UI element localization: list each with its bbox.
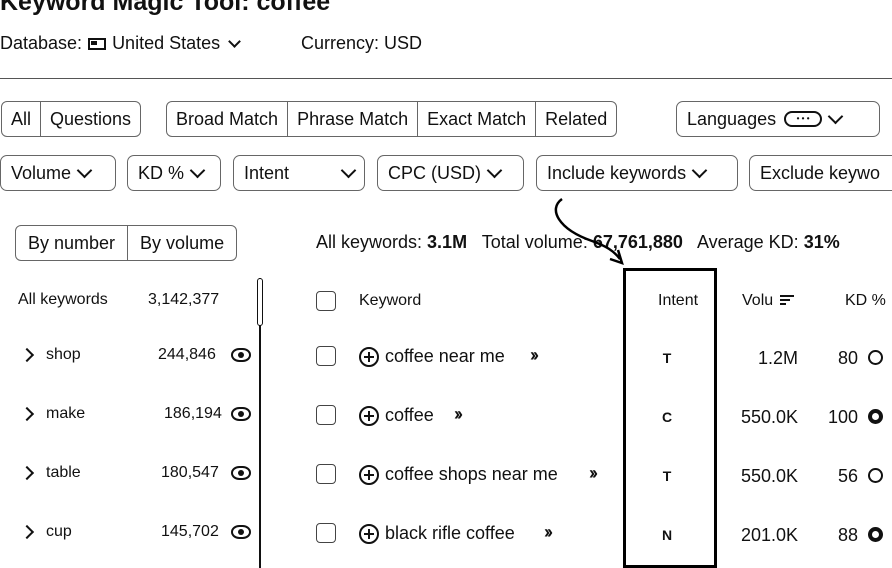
eye-icon[interactable] (231, 525, 251, 539)
tab-phrase-match[interactable]: Phrase Match (288, 102, 419, 136)
eye-icon[interactable] (231, 407, 251, 421)
add-plus-icon[interactable] (359, 524, 379, 544)
sidebar-group-shop[interactable]: shop (18, 346, 81, 364)
average-kd-value: 31% (803, 232, 840, 252)
row-checkbox[interactable] (316, 405, 336, 425)
tab-questions[interactable]: Questions (41, 102, 140, 136)
kd-difficulty-icon (868, 409, 883, 424)
sidebar-all-keywords-count: 3,142,377 (148, 291, 220, 308)
kd-value: 56 (837, 466, 858, 486)
filter-cpc-label: CPC (USD) (388, 162, 481, 183)
chevron-right-icon (19, 406, 35, 422)
add-plus-icon[interactable] (359, 406, 379, 426)
keyword-link[interactable]: coffee near me (385, 346, 505, 367)
group-count: 180,547 (161, 464, 219, 481)
row-checkbox[interactable] (316, 346, 336, 366)
chevron-right-icon (19, 347, 35, 363)
tab-related[interactable]: Related (536, 102, 616, 136)
filter-kd[interactable]: KD % (127, 155, 221, 191)
all-questions-tabs: All Questions (1, 101, 142, 137)
chevron-right-icon (19, 524, 35, 540)
flag-icon (88, 37, 107, 50)
select-all-checkbox[interactable] (316, 291, 336, 311)
chevron-down-icon (691, 162, 708, 179)
languages-label: Languages (687, 108, 777, 129)
chevron-down-icon (228, 34, 241, 48)
filter-exclude-label: Exclude keywo (760, 162, 881, 183)
row-checkbox[interactable] (316, 464, 336, 484)
double-chevron-icon[interactable]: › › (589, 463, 598, 484)
group-count: 145,702 (161, 523, 219, 540)
keyword-link[interactable]: black rifle coffee (385, 523, 515, 544)
sort-icon[interactable] (779, 295, 794, 305)
chevron-down-icon (189, 162, 206, 179)
double-chevron-icon[interactable]: › › (530, 345, 539, 366)
add-plus-icon[interactable] (359, 347, 379, 367)
chevron-right-icon (19, 465, 35, 481)
filter-volume[interactable]: Volume (0, 155, 116, 191)
tab-exact-match[interactable]: Exact Match (418, 102, 537, 136)
group-toggle: By number By volume (15, 225, 238, 261)
group-label: cup (46, 523, 72, 540)
group-label: make (46, 405, 86, 422)
languages-dropdown[interactable]: Languages • • • (676, 101, 880, 137)
all-keywords-label: All keywords: (316, 232, 423, 252)
intent-column-highlight (623, 268, 717, 568)
filter-intent[interactable]: Intent (233, 155, 365, 191)
filter-cpc[interactable]: CPC (USD) (377, 155, 524, 191)
filter-kd-label: KD % (138, 162, 185, 183)
group-label: shop (46, 346, 81, 363)
database-value: United States (112, 33, 221, 53)
group-label: table (46, 464, 81, 481)
match-type-tabs: Broad Match Phrase Match Exact Match Rel… (166, 101, 618, 137)
database-selector[interactable]: Database: United States (0, 33, 241, 54)
row-checkbox[interactable] (316, 523, 336, 543)
eye-icon[interactable] (231, 348, 251, 362)
sidebar-group-table[interactable]: table (18, 464, 81, 482)
by-number-button[interactable]: By number (16, 226, 129, 260)
keyword-link[interactable]: coffee shops near me (385, 464, 558, 485)
average-kd-label: Average KD: (696, 232, 799, 252)
group-count: 244,846 (158, 346, 216, 363)
filter-exclude-keywords[interactable]: Exclude keywo (749, 155, 892, 191)
database-label: Database: (0, 33, 83, 53)
tab-all[interactable]: All (2, 102, 42, 136)
kd-value: 80 (837, 348, 858, 368)
kd-value: 88 (837, 525, 858, 545)
header-divider (0, 78, 892, 79)
chevron-down-icon (827, 108, 844, 125)
double-chevron-icon[interactable]: › › (454, 404, 463, 425)
filter-volume-label: Volume (11, 162, 72, 183)
kd-difficulty-icon (868, 468, 883, 483)
sidebar-all-keywords-label[interactable]: All keywords (18, 291, 108, 309)
volume-header-label: Volu (742, 292, 774, 309)
by-volume-button[interactable]: By volume (128, 226, 236, 260)
sidebar-scrollbar-thumb[interactable] (257, 278, 263, 326)
currency-label: Currency: USD (301, 33, 423, 53)
column-header-keyword[interactable]: Keyword (359, 292, 421, 310)
kd-difficulty-icon (868, 350, 883, 365)
add-plus-icon[interactable] (359, 465, 379, 485)
page-title: Keyword Magic Tool: coffee (0, 0, 331, 16)
filter-intent-label: Intent (244, 162, 290, 183)
all-keywords-value: 3.1M (427, 232, 468, 252)
filter-include-label: Include keywords (547, 162, 687, 183)
sidebar-group-cup[interactable]: cup (18, 523, 72, 541)
group-count: 186,194 (164, 405, 222, 422)
kd-value: 100 (827, 407, 858, 427)
chevron-down-icon (340, 162, 357, 179)
double-chevron-icon[interactable]: › › (544, 522, 553, 543)
annotation-arrow-icon (554, 197, 624, 265)
language-badge-icon: • • • (784, 111, 823, 127)
column-header-volume[interactable]: Volu (742, 292, 794, 310)
filter-include-keywords[interactable]: Include keywords (536, 155, 738, 191)
sidebar-group-make[interactable]: make (18, 405, 85, 423)
column-header-kd[interactable]: KD % (845, 292, 886, 310)
chevron-down-icon (76, 162, 93, 179)
kd-difficulty-icon (868, 527, 883, 542)
eye-icon[interactable] (231, 466, 251, 480)
chevron-down-icon (486, 162, 503, 179)
keyword-link[interactable]: coffee (385, 405, 434, 426)
tab-broad-match[interactable]: Broad Match (167, 102, 289, 136)
